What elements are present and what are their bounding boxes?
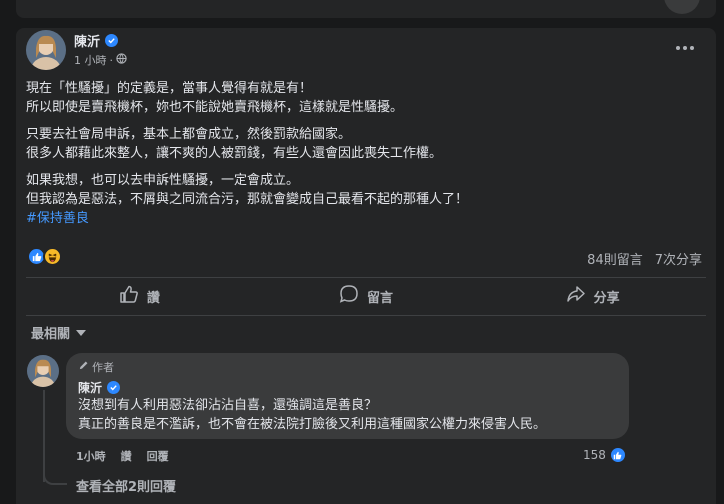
comment-text: 沒想到有人利用惡法卻沾沾自喜，還強調這是善良？ 真正的善良是不濫訴，也不會在被法…	[78, 396, 546, 434]
more-dot-icon	[676, 46, 680, 50]
post-author-name[interactable]: 陳沂	[74, 31, 100, 50]
share-count[interactable]: 7次分享	[655, 249, 702, 268]
haha-icon	[43, 247, 62, 266]
post-author[interactable]: 陳沂	[74, 31, 119, 50]
reaction-summary[interactable]	[27, 247, 62, 266]
post-line: 如果我想，也可以去申訴性騷擾，一定會成立。	[26, 173, 300, 188]
comment-sort-dropdown[interactable]: 最相關	[31, 323, 87, 342]
comment-author-name[interactable]: 陳沂	[78, 379, 102, 396]
post-line: 只要去社會局申訴，基本上都會成立，然後罰款給國家。	[26, 127, 352, 142]
comment-author[interactable]: 陳沂	[78, 379, 121, 396]
comment-label: 留言	[367, 290, 394, 306]
post-card: 陳沂 1 小時 · 現在「性騷擾」的定義是，當事人覺得有就是有！ 所以即使是賣飛…	[16, 28, 716, 504]
comment-bubble-icon	[339, 284, 359, 308]
post-actions: 讚 留言 分享	[26, 279, 706, 313]
comment-footer: 1小時 讚 回覆	[76, 448, 169, 464]
author-badge: 作者	[78, 359, 114, 375]
post-time[interactable]: 1 小時	[74, 52, 107, 68]
divider	[26, 315, 706, 316]
comment-like-button[interactable]: 讚	[121, 448, 132, 464]
pencil-icon	[78, 360, 89, 374]
share-button[interactable]: 分享	[479, 279, 706, 313]
thumbs-up-icon	[119, 284, 139, 308]
commenter-avatar[interactable]	[27, 355, 59, 387]
comment-reply-button[interactable]: 回覆	[147, 448, 169, 464]
post-line: 現在「性騷擾」的定義是，當事人覺得有就是有！	[26, 81, 313, 96]
post-body: 現在「性騷擾」的定義是，當事人覺得有就是有！ 所以即使是賣飛機杯，妳也不能說她賣…	[26, 79, 696, 228]
post-line: 很多人都藉此來整人，讓不爽的人被罰錢，有些人還會因此喪失工作權。	[26, 146, 443, 161]
reply-thread-connector	[43, 465, 67, 485]
comment-reaction-count[interactable]: 158	[583, 446, 627, 464]
share-arrow-icon	[566, 284, 586, 308]
like-icon	[608, 446, 627, 464]
comment-like-count: 158	[583, 448, 606, 462]
more-dot-icon	[690, 46, 694, 50]
like-button[interactable]: 讚	[26, 279, 253, 313]
post-line: 但我認為是惡法，不屑與之同流合污，那就會變成自己最看不起的那種人了！	[26, 192, 469, 207]
post-meta: 1 小時 ·	[74, 52, 127, 68]
view-all-replies-link[interactable]: 查看全部2則回覆	[76, 476, 176, 495]
comment-bubble: 作者 陳沂 沒想到有人利用惡法卻沾沾自喜，還強調這是善良？ 真正的善良是不濫訴，…	[66, 353, 629, 439]
more-options-button[interactable]	[672, 36, 698, 60]
sort-label: 最相關	[31, 327, 71, 342]
engagement-counts: 84則留言 7次分享	[587, 249, 702, 268]
comment-button[interactable]: 留言	[253, 279, 480, 313]
previous-post-card	[16, 0, 716, 18]
hashtag-link[interactable]: #保持善良	[26, 209, 696, 228]
like-label: 讚	[146, 290, 160, 306]
share-label: 分享	[593, 290, 620, 306]
comment-line: 真正的善良是不濫訴，也不會在被法院打臉後又利用這種國家公權力來侵害人民。	[78, 417, 547, 432]
meta-separator: ·	[109, 53, 114, 67]
comment-time[interactable]: 1小時	[76, 448, 106, 464]
comment-count[interactable]: 84則留言	[587, 249, 643, 268]
author-badge-label: 作者	[92, 361, 114, 374]
more-dot-icon	[683, 46, 687, 50]
post-line: 所以即使是賣飛機杯，妳也不能說她賣飛機杯，這樣就是性騷擾。	[26, 100, 404, 115]
chevron-down-icon	[76, 329, 87, 336]
comment-line: 沒想到有人利用惡法卻沾沾自喜，還強調這是善良？	[78, 398, 378, 413]
divider	[26, 277, 706, 278]
author-avatar[interactable]	[26, 30, 66, 70]
verified-badge-icon	[105, 34, 119, 47]
globe-icon	[116, 53, 127, 67]
verified-badge-icon	[107, 381, 121, 394]
